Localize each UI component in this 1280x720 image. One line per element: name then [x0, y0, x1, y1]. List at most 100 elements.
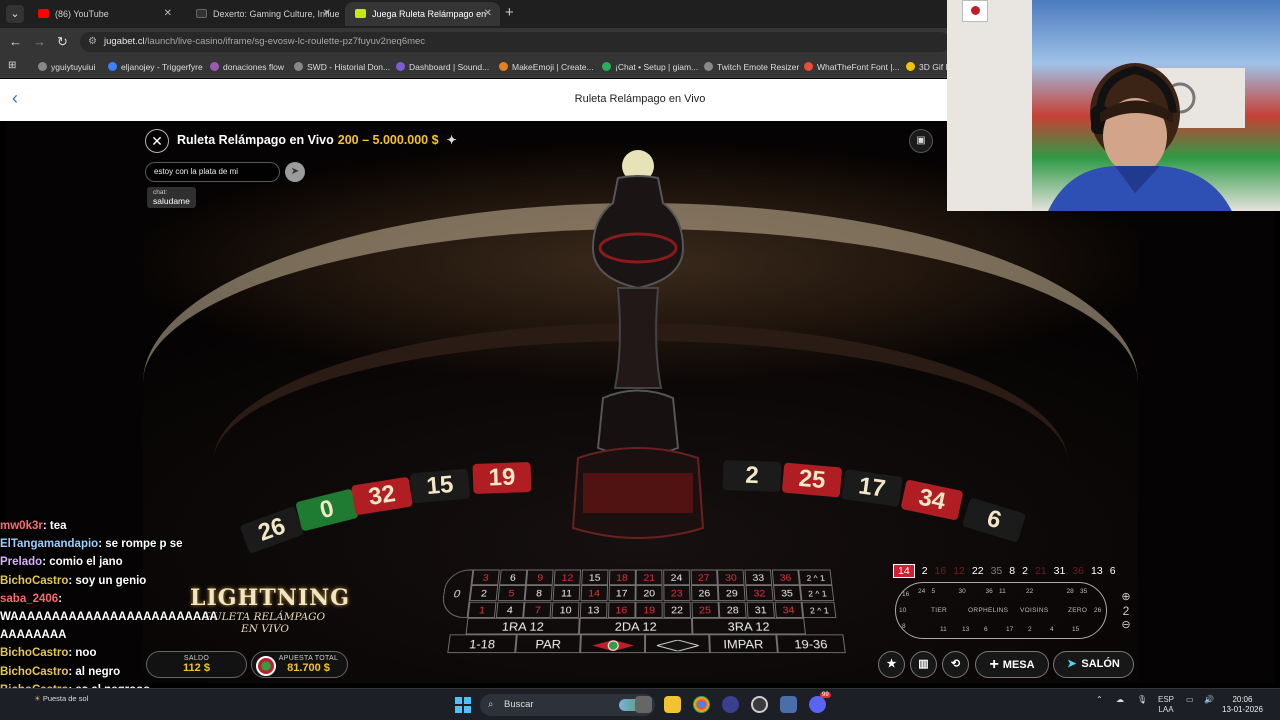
bookmark-item[interactable]: Twitch Emote Resizer — [704, 60, 799, 74]
bookmark-item[interactable]: WhatTheFont Font |... — [804, 60, 900, 74]
racetrack-number[interactable]: 30 — [959, 588, 966, 595]
bet-1-18[interactable]: 1-18 — [447, 634, 517, 653]
bet-cell-number[interactable]: 30 — [717, 570, 744, 585]
url-input[interactable]: ⚙ jugabet.cl/launch/live-casino/iframe/sg… — [80, 32, 950, 52]
display-icon[interactable]: ▭ — [1186, 695, 1194, 705]
bet-cell-number[interactable]: 25 — [691, 601, 719, 617]
favorite-bets-button[interactable]: ★ — [878, 651, 905, 678]
racetrack-number[interactable]: 28 — [1067, 588, 1074, 595]
send-icon[interactable]: ➤ — [285, 162, 305, 182]
volume-icon[interactable]: 🔊 — [1204, 695, 1214, 705]
network-icon[interactable]: ☁ — [1116, 695, 1124, 705]
racetrack-number[interactable]: 10 — [899, 607, 906, 614]
bet-cell-number[interactable]: 10 — [552, 601, 580, 617]
bookmark-item[interactable]: ¡Chat • Setup | giam... — [602, 60, 698, 74]
bet-cell-number[interactable]: 35 — [773, 585, 801, 601]
racetrack-number[interactable]: 5 — [932, 588, 936, 595]
bet-odd[interactable]: IMPAR — [709, 634, 778, 653]
bet-cell-number[interactable]: 22 — [663, 601, 690, 617]
app-icon[interactable] — [722, 696, 739, 713]
bet-third-dozen[interactable]: 3RA 12 — [692, 618, 806, 634]
bookmark-item[interactable]: SWD - Historial Don... — [294, 60, 390, 74]
file-explorer-icon[interactable] — [664, 696, 681, 713]
bet-cell-number[interactable]: 14 — [580, 585, 607, 601]
bookmark-item[interactable]: 3D Gif M — [906, 60, 953, 74]
bet-cell-number[interactable]: 1 — [468, 601, 497, 617]
bookmark-item[interactable]: Dashboard | Sound... — [396, 60, 489, 74]
bet-cell-number[interactable]: 31 — [747, 601, 775, 617]
bet-column-2to1[interactable]: 2 ^ 1 — [799, 570, 833, 585]
discord-icon[interactable] — [809, 696, 826, 713]
statistics-button[interactable]: ▥ — [910, 651, 937, 678]
bet-cell-number[interactable]: 19 — [636, 601, 663, 617]
racetrack-number[interactable]: 17 — [1006, 626, 1013, 633]
bet-column-2to1[interactable]: 2 ^ 1 — [802, 601, 837, 617]
forward-arrow-icon[interactable]: → — [33, 34, 46, 49]
tab-ruleta[interactable]: Juega Ruleta Relámpago en ✕ — [345, 2, 500, 26]
racetrack-number[interactable]: 11 — [940, 626, 947, 633]
bet-cell-number[interactable]: 2 — [470, 585, 499, 601]
racetrack-number[interactable]: 4 — [1050, 626, 1054, 633]
bookmark-item[interactable]: yguiytuyuiui — [38, 60, 95, 74]
weather-widget[interactable]: ☀ Puesta de sol — [34, 694, 88, 703]
bookmark-item[interactable]: eljanojey - Triggerfyre — [108, 60, 203, 74]
taskbar-search[interactable]: ⌕ Buscar — [480, 694, 655, 716]
racetrack-number[interactable]: 15 — [1072, 626, 1079, 633]
bet-cell-number[interactable]: 3 — [471, 570, 499, 585]
racetrack-number[interactable]: 22 — [1026, 588, 1033, 595]
bet-cell-number[interactable]: 13 — [580, 601, 608, 617]
bet-cell-number[interactable]: 7 — [524, 601, 552, 617]
racetrack-orphelins[interactable]: ORPHELINS — [968, 607, 1008, 614]
bet-cell-number[interactable]: 33 — [744, 570, 772, 585]
bet-cell-number[interactable]: 29 — [718, 585, 746, 601]
chat-input[interactable]: estoy con la plata de mi — [145, 162, 280, 182]
bet-cell-number[interactable]: 26 — [691, 585, 718, 601]
close-tab-icon[interactable]: ✕ — [323, 2, 331, 26]
bet-cell-number[interactable]: 11 — [553, 585, 581, 601]
racetrack-bet-area[interactable]: TIER ORPHELINS VOISINS ZERO 26 16 10 8 2… — [895, 582, 1107, 639]
start-button[interactable] — [455, 697, 471, 713]
bet-cell-number[interactable]: 18 — [608, 570, 635, 585]
racetrack-number[interactable]: 11 — [999, 588, 1006, 595]
mesa-button[interactable]: + MESA — [975, 651, 1049, 678]
bet-cell-number[interactable]: 12 — [554, 570, 581, 585]
bet-cell-number[interactable]: 16 — [608, 601, 635, 617]
bet-cell-number[interactable]: 8 — [525, 585, 553, 601]
bet-cell-number[interactable]: 4 — [496, 601, 525, 617]
bet-cell-number[interactable]: 36 — [772, 570, 800, 585]
racetrack-number[interactable]: 8 — [902, 623, 906, 630]
minus-icon[interactable]: ⊖ — [1118, 618, 1134, 632]
close-tab-icon[interactable]: ✕ — [484, 2, 492, 26]
new-tab-button[interactable]: + — [505, 4, 514, 21]
racetrack-number[interactable]: 35 — [1080, 588, 1087, 595]
racetrack-number[interactable]: 2 — [1028, 626, 1032, 633]
racetrack-number[interactable]: 26 — [1094, 607, 1101, 614]
tray-expand-icon[interactable]: ⌃ — [1096, 695, 1103, 705]
microphone-icon[interactable]: 🎙 — [1137, 695, 1147, 705]
racetrack-number[interactable]: 36 — [986, 588, 993, 595]
salon-button[interactable]: ➤ SALÓN — [1053, 651, 1134, 678]
repeat-bet-button[interactable]: ⟲ — [942, 651, 969, 678]
bet-cell-number[interactable]: 6 — [499, 570, 527, 585]
plus-icon[interactable]: ⊕ — [1118, 590, 1134, 604]
bet-even[interactable]: PAR — [515, 634, 581, 653]
chat-toggle-icon[interactable]: ▣ — [909, 129, 933, 153]
language-indicator[interactable]: ESP LAA — [1158, 695, 1174, 715]
racetrack-number[interactable]: 6 — [984, 626, 988, 633]
racetrack-number[interactable]: 13 — [962, 626, 969, 633]
bet-cell-number[interactable]: 27 — [690, 570, 717, 585]
close-game-button[interactable]: ✕ — [145, 129, 169, 153]
bet-cell-number[interactable]: 24 — [663, 570, 690, 585]
bet-black[interactable] — [645, 634, 710, 653]
racetrack-zero[interactable]: ZERO — [1068, 607, 1087, 614]
bet-cell-number[interactable]: 5 — [497, 585, 525, 601]
bet-column-2to1[interactable]: 2 ^ 1 — [800, 585, 834, 601]
app-icon[interactable] — [780, 696, 797, 713]
bet-cell-number[interactable]: 9 — [526, 570, 554, 585]
favorite-star-icon[interactable]: ✦ — [447, 133, 457, 147]
taskbar-clock[interactable]: 20:06 13-01-2026 — [1222, 695, 1263, 715]
bookmark-item[interactable]: MakeEmoji | Create... — [499, 60, 594, 74]
racetrack-number[interactable]: 24 — [918, 588, 925, 595]
chrome-icon[interactable] — [693, 696, 710, 713]
site-settings-icon[interactable]: ⚙ — [88, 32, 97, 52]
